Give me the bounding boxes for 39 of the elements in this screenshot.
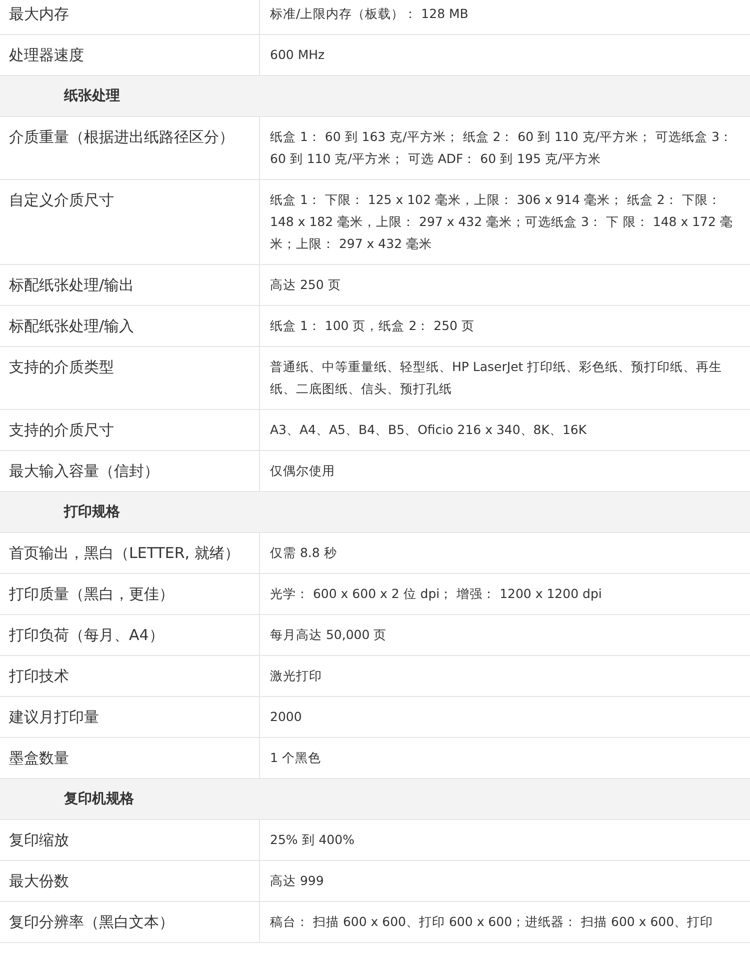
spec-value: A3、A4、A5、B4、B5、Oficio 216 x 340、8K、16K: [269, 421, 588, 439]
spec-value: 每月高达 50,000 页: [269, 626, 388, 644]
spec-label: 标配纸张处理/输出: [0, 265, 260, 305]
spec-value: 高达 250 页: [269, 276, 342, 294]
spec-value: 1 个黑色: [269, 749, 322, 767]
spec-label: 介质重量（根据进出纸路径区分）: [0, 117, 260, 179]
spec-value: 仅需 8.8 秒: [269, 544, 338, 562]
spec-label: 标配纸张处理/输入: [0, 306, 260, 346]
spec-value: 光学： 600 x 600 x 2 位 dpi； 增强： 1200 x 1200 dpi: [269, 585, 603, 603]
spec-value: 2000: [269, 708, 303, 726]
spec-value: 25% 到 400%: [269, 831, 356, 849]
spec-value: 纸盒 1： 60 到 163 克/平方米； 纸盒 2： 60 到 110 克/平方米； 可选纸盒 3： 60 到 110 克/平方米； 可选 ADF： 60 到 195 克/平方米: [269, 128, 734, 168]
section-heading: 复印机规格: [63, 790, 134, 809]
spec-label: 处理器速度: [0, 35, 260, 75]
spec-label: 最大输入容量（信封）: [0, 451, 260, 491]
spec-label: 复印缩放: [0, 820, 260, 860]
spec-label: 最大内存: [0, 0, 260, 34]
spec-label: 建议月打印量: [0, 697, 260, 737]
spec-label: 自定义介质尺寸: [0, 180, 260, 264]
spec-value: 纸盒 1： 下限： 125 x 102 毫米，上限： 306 x 914 毫米； 纸盒 2： 下限： 148 x 182 毫米，上限： 297 x 432 毫米；可选纸盒 3： 下 限： 148 x 172 毫米；上限： 297 x 432 毫米: [269, 191, 734, 253]
spec-label: 打印技术: [0, 656, 260, 696]
spec-label: 支持的介质尺寸: [0, 410, 260, 450]
spec-label: 打印质量（黑白，更佳）: [0, 574, 260, 614]
spec-label: 打印负荷（每月、A4）: [0, 615, 260, 655]
spec-value: 激光打印: [269, 667, 323, 685]
spec-label: 最大份数: [0, 861, 260, 901]
spec-value: 600 MHz: [269, 46, 326, 64]
spec-value: 纸盒 1： 100 页，纸盒 2： 250 页: [269, 317, 476, 335]
spec-value: 稿台： 扫描 600 x 600、打印 600 x 600；进纸器： 扫描 600 x 600、打印: [269, 913, 714, 931]
section-heading: 打印规格: [62, 503, 120, 522]
spec-label: 支持的介质类型: [0, 347, 260, 409]
spec-label: 墨盒数量: [0, 738, 260, 778]
spec-value: 普通纸、中等重量纸、轻型纸、HP LaserJet 打印纸、彩色纸、预打印纸、再生纸、二底图纸、信头、预打孔纸: [269, 358, 724, 398]
spec-value: 仅偶尔使用: [269, 462, 336, 480]
spec-label: 复印分辨率（黑白文本）: [0, 902, 260, 942]
spec-label: 首页输出，黑白（LETTER, 就绪）: [0, 533, 260, 573]
spec-value: 高达 999: [269, 872, 325, 890]
section-heading: 纸张处理: [62, 87, 120, 106]
spec-value: 标准/上限内存（板载）： 128 MB: [269, 5, 470, 23]
